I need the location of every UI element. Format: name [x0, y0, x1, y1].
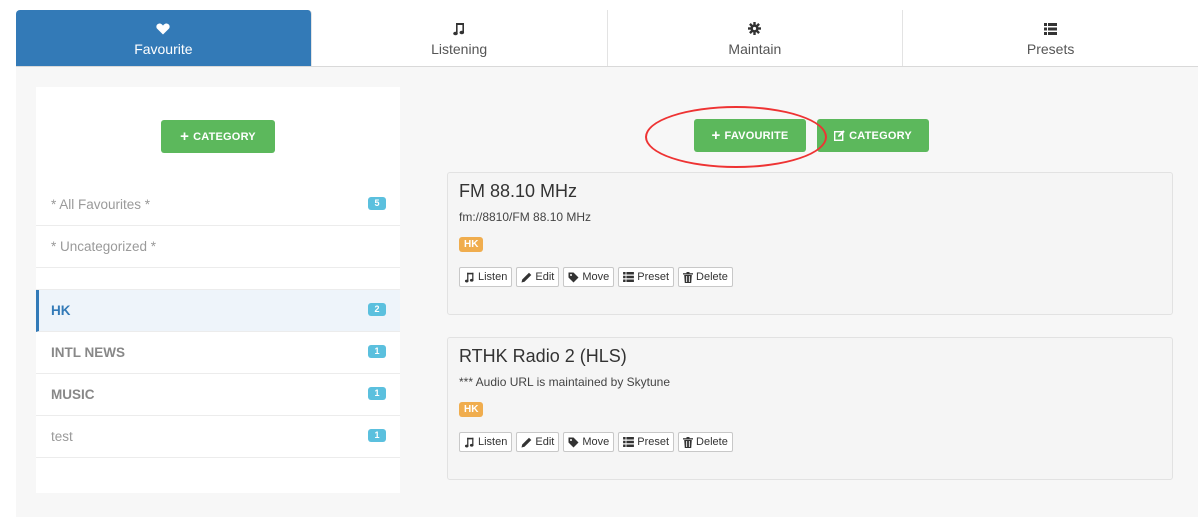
- category-item-intl-news[interactable]: INTL NEWS 1: [36, 332, 400, 374]
- add-category-button[interactable]: + CATEGORY: [161, 120, 275, 153]
- favourite-subtitle: *** Audio URL is maintained by Skytune: [459, 375, 671, 389]
- edit-category-button[interactable]: CATEGORY: [817, 119, 929, 152]
- add-category-label: CATEGORY: [193, 130, 256, 143]
- add-favourite-label: FAVOURITE: [724, 129, 789, 142]
- content-area: + CATEGORY * All Favourites * 5 * Uncate…: [16, 67, 1198, 517]
- list-divider: [36, 268, 400, 290]
- preset-label: Preset: [637, 271, 670, 283]
- count-badge: 2: [368, 303, 386, 316]
- category-item-uncategorized[interactable]: * Uncategorized *: [36, 226, 400, 268]
- category-tag: HK: [459, 237, 484, 252]
- favourite-actions: Listen Edit Move Preset Delete: [459, 432, 733, 452]
- preset-button[interactable]: Preset: [618, 432, 675, 452]
- edit-label: Edit: [535, 436, 555, 448]
- move-label: Move: [582, 436, 610, 448]
- tab-label: Presets: [1026, 40, 1075, 57]
- edit-label: Edit: [535, 271, 555, 283]
- count-badge: 1: [368, 429, 386, 442]
- count-badge: 1: [368, 345, 386, 358]
- category-label: test: [51, 429, 73, 444]
- tab-listening[interactable]: Listening: [311, 10, 608, 66]
- favourite-title: RTHK Radio 2 (HLS): [459, 346, 627, 366]
- delete-label: Delete: [696, 271, 728, 283]
- delete-button[interactable]: Delete: [678, 267, 733, 287]
- favourite-card: FM 88.10 MHz fm://8810/FM 88.10 MHz HK L…: [447, 172, 1173, 315]
- music-note-icon: [464, 437, 478, 448]
- category-item-hk[interactable]: HK 2: [36, 290, 400, 332]
- list-icon: [623, 437, 637, 447]
- edit-button[interactable]: Edit: [516, 432, 560, 452]
- category-sidebar: + CATEGORY * All Favourites * 5 * Uncate…: [36, 87, 400, 493]
- category-item-test[interactable]: test 1: [36, 416, 400, 458]
- listen-label: Listen: [478, 271, 508, 283]
- add-favourite-button[interactable]: + FAVOURITE: [694, 119, 806, 152]
- category-tag: HK: [459, 402, 484, 417]
- category-item-all-favourites[interactable]: * All Favourites * 5: [36, 184, 400, 226]
- pencil-icon: [521, 272, 535, 283]
- list-icon: [1044, 20, 1058, 38]
- tab-label: Listening: [431, 40, 488, 57]
- plus-icon: +: [180, 128, 190, 145]
- favourite-title: FM 88.10 MHz: [459, 181, 578, 201]
- category-label: INTL NEWS: [51, 345, 125, 360]
- delete-label: Delete: [696, 436, 728, 448]
- trash-icon: [683, 271, 696, 283]
- tab-label: Favourite: [134, 40, 193, 57]
- listen-button[interactable]: Listen: [459, 267, 513, 287]
- category-label: MUSIC: [51, 387, 95, 402]
- tab-presets[interactable]: Presets: [903, 10, 1198, 66]
- count-badge: 1: [368, 387, 386, 400]
- listen-button[interactable]: Listen: [459, 432, 513, 452]
- favourite-actions: Listen Edit Move Preset Delete: [459, 267, 733, 287]
- gear-icon: [748, 20, 762, 38]
- top-nav: Favourite Listening Maintain Presets: [16, 10, 1198, 67]
- category-label: * Uncategorized *: [51, 239, 157, 254]
- category-item-music[interactable]: MUSIC 1: [36, 374, 400, 416]
- move-button[interactable]: Move: [563, 432, 615, 452]
- tag-icon: [568, 437, 582, 448]
- edit-category-label: CATEGORY: [849, 129, 912, 142]
- trash-icon: [683, 436, 696, 448]
- preset-label: Preset: [637, 436, 670, 448]
- move-label: Move: [582, 271, 610, 283]
- tab-favourite[interactable]: Favourite: [16, 10, 312, 66]
- listen-label: Listen: [478, 436, 508, 448]
- list-icon: [623, 272, 637, 282]
- tab-maintain[interactable]: Maintain: [607, 10, 904, 66]
- tag-icon: [568, 272, 582, 283]
- heart-icon: [156, 20, 171, 38]
- music-note-icon: [464, 272, 478, 283]
- count-badge: 5: [368, 197, 386, 210]
- edit-icon: [834, 130, 845, 141]
- delete-button[interactable]: Delete: [678, 432, 733, 452]
- pencil-icon: [521, 437, 535, 448]
- music-note-icon: [453, 20, 465, 38]
- edit-button[interactable]: Edit: [516, 267, 560, 287]
- favourite-card: RTHK Radio 2 (HLS) *** Audio URL is main…: [447, 337, 1173, 480]
- plus-icon: +: [711, 127, 721, 144]
- tab-label: Maintain: [728, 40, 782, 57]
- category-list: * All Favourites * 5 * Uncategorized * H…: [36, 184, 400, 458]
- favourite-subtitle: fm://8810/FM 88.10 MHz: [459, 210, 592, 224]
- move-button[interactable]: Move: [563, 267, 615, 287]
- category-label: * All Favourites *: [51, 197, 151, 212]
- preset-button[interactable]: Preset: [618, 267, 675, 287]
- category-label: HK: [51, 303, 71, 318]
